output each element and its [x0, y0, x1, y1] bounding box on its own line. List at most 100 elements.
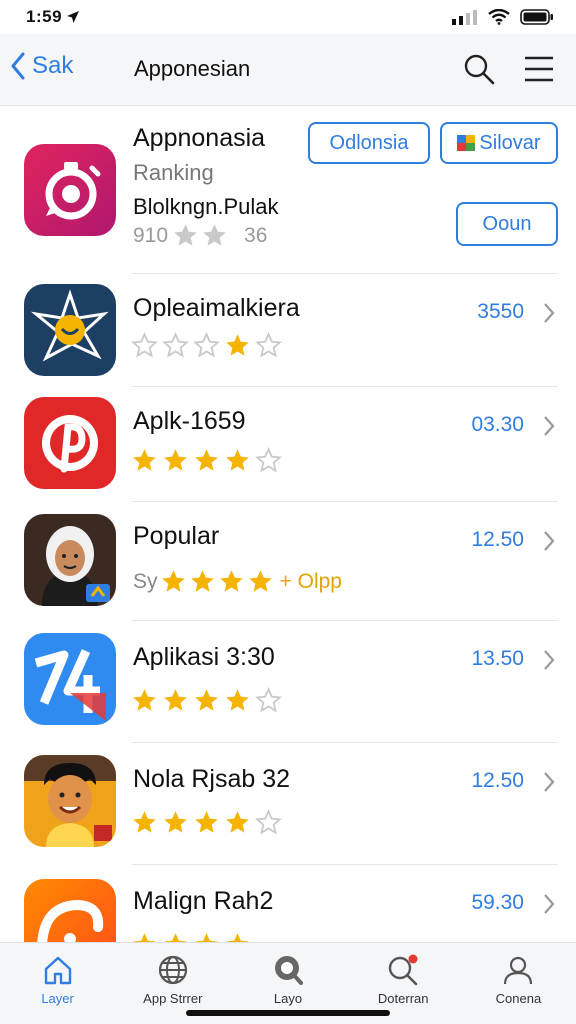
star-icon [133, 449, 156, 471]
app-name: Appnonasia [133, 124, 266, 152]
nav-bar: Sak Apponesian [0, 34, 576, 106]
chevron-right-icon [544, 531, 555, 551]
star-icon [164, 449, 187, 471]
app-icon [24, 397, 116, 489]
app-icon-featured [24, 144, 116, 236]
price: 03.30 [471, 413, 524, 436]
star-icon [164, 811, 187, 833]
tab-label: Layo [273, 991, 303, 1006]
star-icon [226, 689, 249, 711]
status-time: 1:59 [26, 7, 63, 26]
app-row[interactable]: Opleaimalkiera 3550 [0, 274, 576, 387]
star-icon [226, 449, 249, 471]
price: 12.50 [471, 769, 524, 792]
app-icon [24, 879, 116, 942]
star-icon [255, 447, 282, 473]
price: 12.50 [471, 528, 524, 551]
star-icon [226, 334, 249, 356]
app-row[interactable]: Aplikasi 3:30 13.50 [0, 621, 576, 743]
star-icon [133, 811, 156, 833]
star-rating [131, 447, 282, 474]
featured-subtitle: Ranking [133, 160, 214, 185]
star-icon [255, 809, 282, 835]
orange-logo-icon [24, 879, 116, 942]
chevron-right-icon [544, 894, 555, 914]
chevron-right-icon [544, 772, 555, 792]
star-icon [193, 332, 220, 358]
camera-timer-icon [24, 144, 116, 236]
star-icon [203, 224, 226, 246]
search-icon[interactable] [462, 52, 496, 86]
app-icon [24, 755, 116, 847]
menu-icon[interactable] [522, 52, 556, 86]
tab-label: Doterran [377, 991, 429, 1006]
app-icon [24, 514, 116, 606]
star-icon [131, 332, 158, 358]
pinterest-style-icon [24, 397, 116, 489]
location-arrow-icon [67, 11, 80, 23]
back-button[interactable]: Sak [10, 52, 73, 80]
star-icon [195, 689, 218, 711]
app-row[interactable]: Nola Rjsab 32 12.50 [0, 743, 576, 865]
back-label: Sak [32, 52, 74, 79]
chevron-right-icon [544, 650, 555, 670]
secondary-button[interactable]: Silovar [440, 122, 558, 164]
magnifier-badge-icon [275, 956, 303, 985]
star-icon [190, 570, 214, 592]
app-icon [24, 633, 116, 725]
star-icon [219, 570, 243, 592]
star-icon [174, 224, 197, 246]
app-name: Nola Rjsab 32 [133, 765, 291, 793]
star-icon [133, 933, 156, 942]
signal-icon [452, 10, 477, 25]
tab-conena[interactable]: Conena [461, 943, 576, 1024]
app-name: Aplikasi 3:30 [133, 643, 275, 671]
app-row[interactable]: Aplk-1659 03.30 [0, 387, 576, 502]
globe-icon [158, 955, 187, 985]
chevron-right-icon [544, 303, 555, 323]
search-icon [389, 954, 418, 986]
star-icon [226, 933, 249, 942]
tab-layer[interactable]: Layer [0, 943, 115, 1024]
star-badge-icon [24, 284, 116, 376]
tab-label: Conena [495, 991, 542, 1006]
star-icon [161, 570, 185, 592]
app-row[interactable]: Malign Rah2 59.30 [0, 865, 576, 942]
chevron-left-icon [11, 52, 25, 80]
page-title: Apponesian [134, 56, 251, 81]
chevron-right-icon [544, 416, 555, 436]
status-bar: 1:59 [0, 0, 576, 34]
star-icon [195, 449, 218, 471]
status-right [452, 9, 554, 25]
open-button[interactable]: Ooun [456, 202, 558, 246]
tab-label: Layer [41, 991, 74, 1006]
tab-label: App Strrer [143, 991, 203, 1006]
flag-icon [457, 135, 476, 151]
avatar-boy-icon [24, 755, 116, 847]
star-rating [131, 687, 282, 714]
star-icon [133, 689, 156, 711]
featured-app-row[interactable]: Appnonasia Ranking Blolkngn.Pulak 910 36… [0, 106, 576, 274]
rating-prefix: Sy [133, 569, 158, 593]
price: 3550 [477, 300, 524, 323]
app-icon [24, 284, 116, 376]
app-row[interactable]: Popular Sy + Olpp 12.50 [0, 502, 576, 621]
wifi-icon [488, 9, 510, 25]
price: 59.30 [471, 891, 524, 914]
app-name: Opleaimalkiera [133, 294, 300, 322]
star-icon [255, 687, 282, 713]
rating-count: 36 [244, 223, 268, 247]
rating-suffix: + Olpp [279, 569, 342, 593]
star-icon [195, 933, 218, 942]
star-rating [131, 332, 282, 359]
number-logo-icon [24, 633, 116, 725]
primary-button[interactable]: Odlonsia [308, 122, 430, 164]
star-rating: Sy + Olpp [133, 568, 342, 595]
star-rating [131, 809, 282, 836]
star-icon [162, 332, 189, 358]
star-icon [255, 332, 282, 358]
star-icon [164, 689, 187, 711]
secondary-button-label: Silovar [479, 131, 541, 154]
app-name: Aplk-1659 [133, 407, 246, 435]
star-icon [226, 811, 249, 833]
